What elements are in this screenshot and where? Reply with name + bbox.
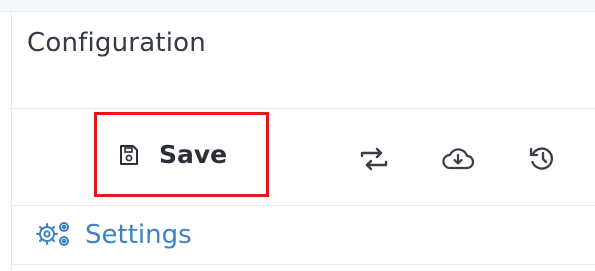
history-icon[interactable]	[524, 142, 560, 176]
save-button[interactable]: Save	[94, 112, 269, 197]
settings-link[interactable]: Settings	[33, 218, 192, 252]
save-button-label: Save	[159, 140, 228, 169]
swap-icon[interactable]	[356, 142, 392, 176]
gears-icon	[33, 218, 73, 252]
top-strip	[0, 0, 595, 12]
save-icon	[119, 143, 139, 167]
page-title: Configuration	[27, 28, 206, 58]
settings-label: Settings	[85, 220, 192, 250]
config-header	[12, 12, 595, 109]
cloud-download-icon[interactable]	[440, 142, 476, 176]
